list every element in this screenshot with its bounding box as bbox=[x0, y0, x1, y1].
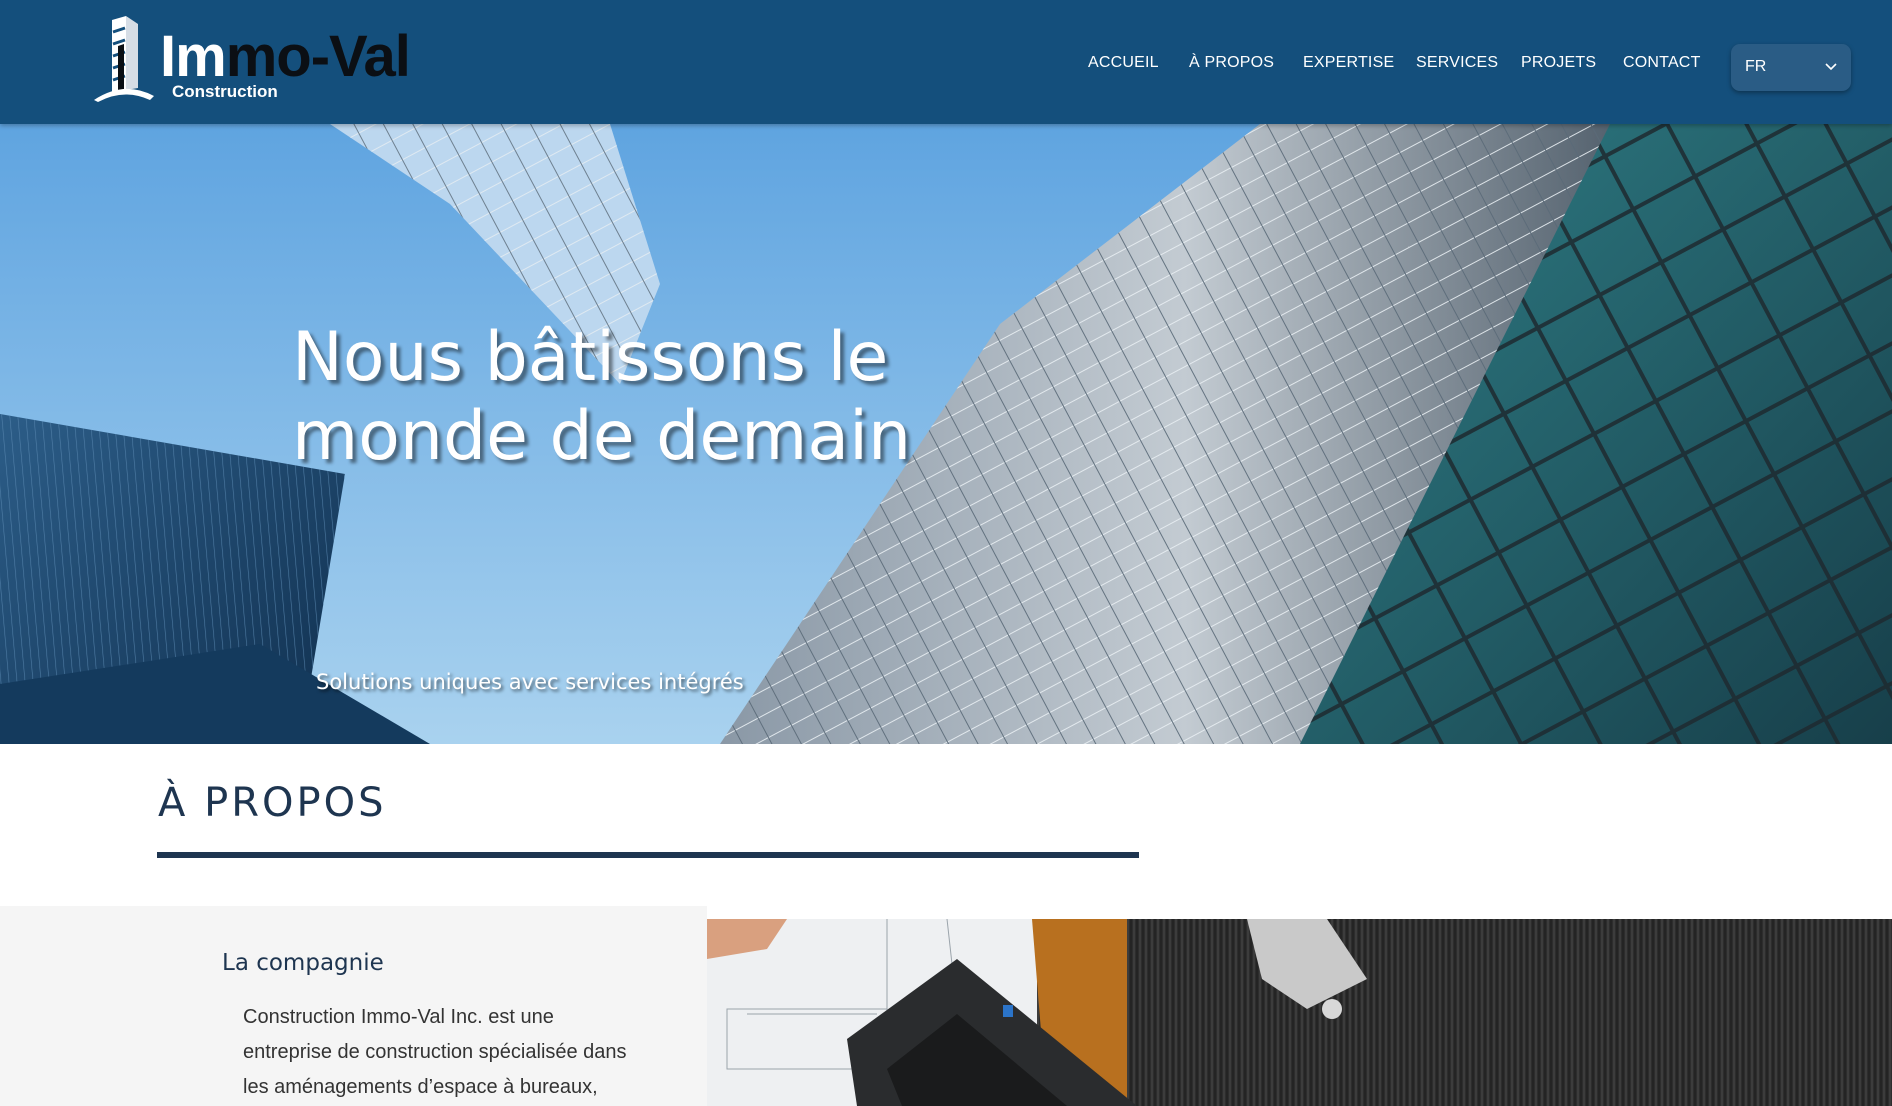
nav-item-contact[interactable]: CONTACT bbox=[1623, 54, 1701, 72]
company-description: Construction Immo-Val Inc. est une entre… bbox=[243, 1000, 663, 1105]
company-text-line: Construction Immo-Val Inc. est une bbox=[243, 1006, 554, 1028]
about-section-title: À PROPOS bbox=[158, 780, 387, 826]
nav-item-expertise[interactable]: EXPERTISE bbox=[1303, 54, 1394, 72]
hero-title: Nous bâtissons le monde de demain bbox=[292, 318, 932, 476]
section-divider bbox=[157, 852, 1139, 858]
language-value: FR bbox=[1745, 58, 1767, 75]
brand-subtitle: Construction bbox=[172, 82, 278, 101]
brand-name-first: Im bbox=[160, 24, 227, 89]
site-header: Immo-Val Construction ACCUEIL À PROPOS E… bbox=[0, 0, 1892, 124]
chevron-down-icon bbox=[1825, 63, 1837, 71]
nav-item-services[interactable]: SERVICES bbox=[1416, 54, 1498, 72]
hero-title-line-2: monde de demain bbox=[292, 397, 912, 476]
nav-item-projets[interactable]: PROJETS bbox=[1521, 54, 1596, 72]
hero-background-image bbox=[0, 124, 1892, 744]
hero-title-line-1: Nous bâtissons le bbox=[292, 318, 889, 397]
company-heading: La compagnie bbox=[222, 950, 384, 976]
hero-banner: Nous bâtissons le monde de demain Soluti… bbox=[0, 124, 1892, 744]
office-photo bbox=[707, 919, 1892, 1106]
brand-name-rest: mo-Val bbox=[225, 24, 411, 89]
brand-logo[interactable]: Immo-Val Construction bbox=[92, 14, 422, 104]
company-text-line: les aménagements d’espace à bureaux, bbox=[243, 1076, 598, 1098]
office-photo-image bbox=[707, 919, 1892, 1106]
nav-item-a-propos[interactable]: À PROPOS bbox=[1189, 54, 1274, 72]
brand-name: Immo-Val bbox=[160, 28, 411, 86]
company-text-line: entreprise de construction spécialisée d… bbox=[243, 1041, 627, 1063]
building-logo-icon bbox=[94, 16, 154, 102]
nav-item-accueil[interactable]: ACCUEIL bbox=[1088, 54, 1159, 72]
hero-subtitle: Solutions uniques avec services intégrés bbox=[316, 670, 744, 694]
language-select[interactable]: FR bbox=[1731, 44, 1851, 91]
